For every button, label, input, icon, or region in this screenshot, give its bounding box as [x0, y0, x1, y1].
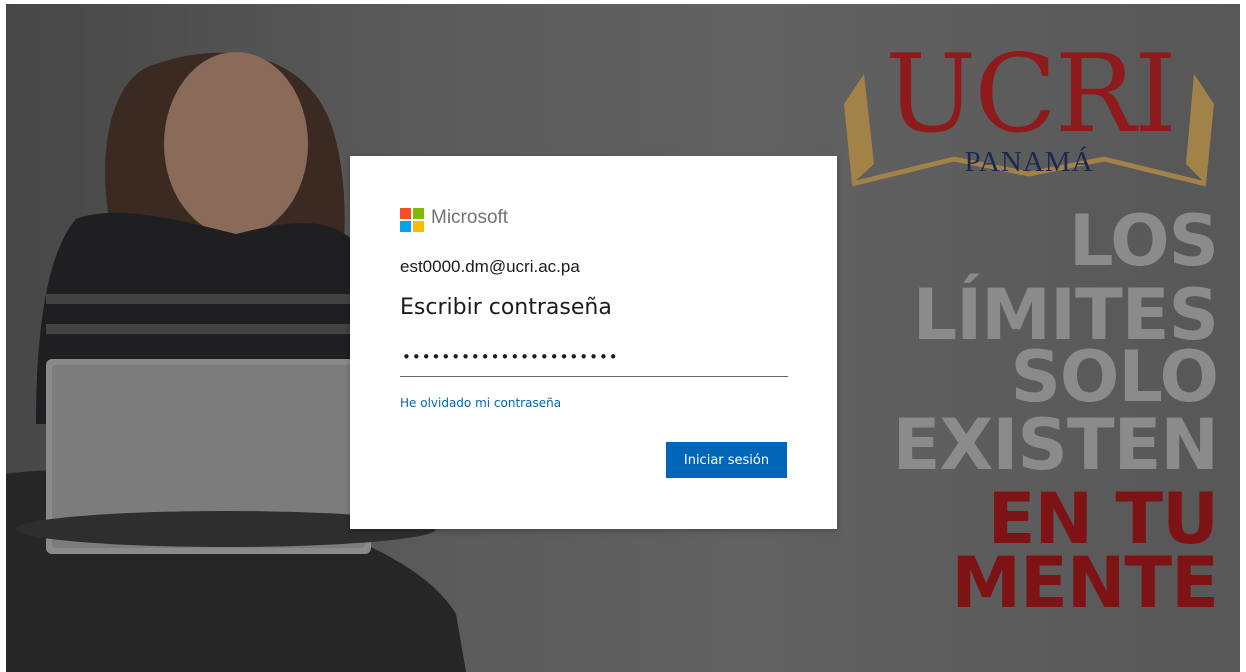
microsoft-wordmark: Microsoft	[431, 207, 509, 228]
sign-in-button[interactable]: Iniciar sesión	[666, 442, 787, 478]
login-card: Microsoft est0000.dm@ucri.ac.pa Escribir…	[350, 156, 837, 529]
ucri-logo: UCRI PANAMÁ	[834, 34, 1224, 204]
ucri-brand-text: UCRI	[885, 32, 1177, 157]
forgot-password-link[interactable]: He olvidado mi contraseña	[400, 396, 561, 410]
microsoft-logo-icon	[400, 208, 424, 232]
slogan-line-3: SOLO	[1010, 336, 1219, 418]
page-title: Escribir contraseña	[400, 295, 612, 320]
account-identity[interactable]: est0000.dm@ucri.ac.pa	[400, 257, 580, 277]
slogan-line-1: LOS	[1068, 200, 1219, 282]
slogan-line-4: EXISTEN	[892, 404, 1219, 486]
password-field[interactable]	[400, 342, 788, 377]
slogan-line-6: MENTE	[951, 542, 1219, 624]
panama-subtitle: PANAMÁ	[964, 146, 1094, 178]
